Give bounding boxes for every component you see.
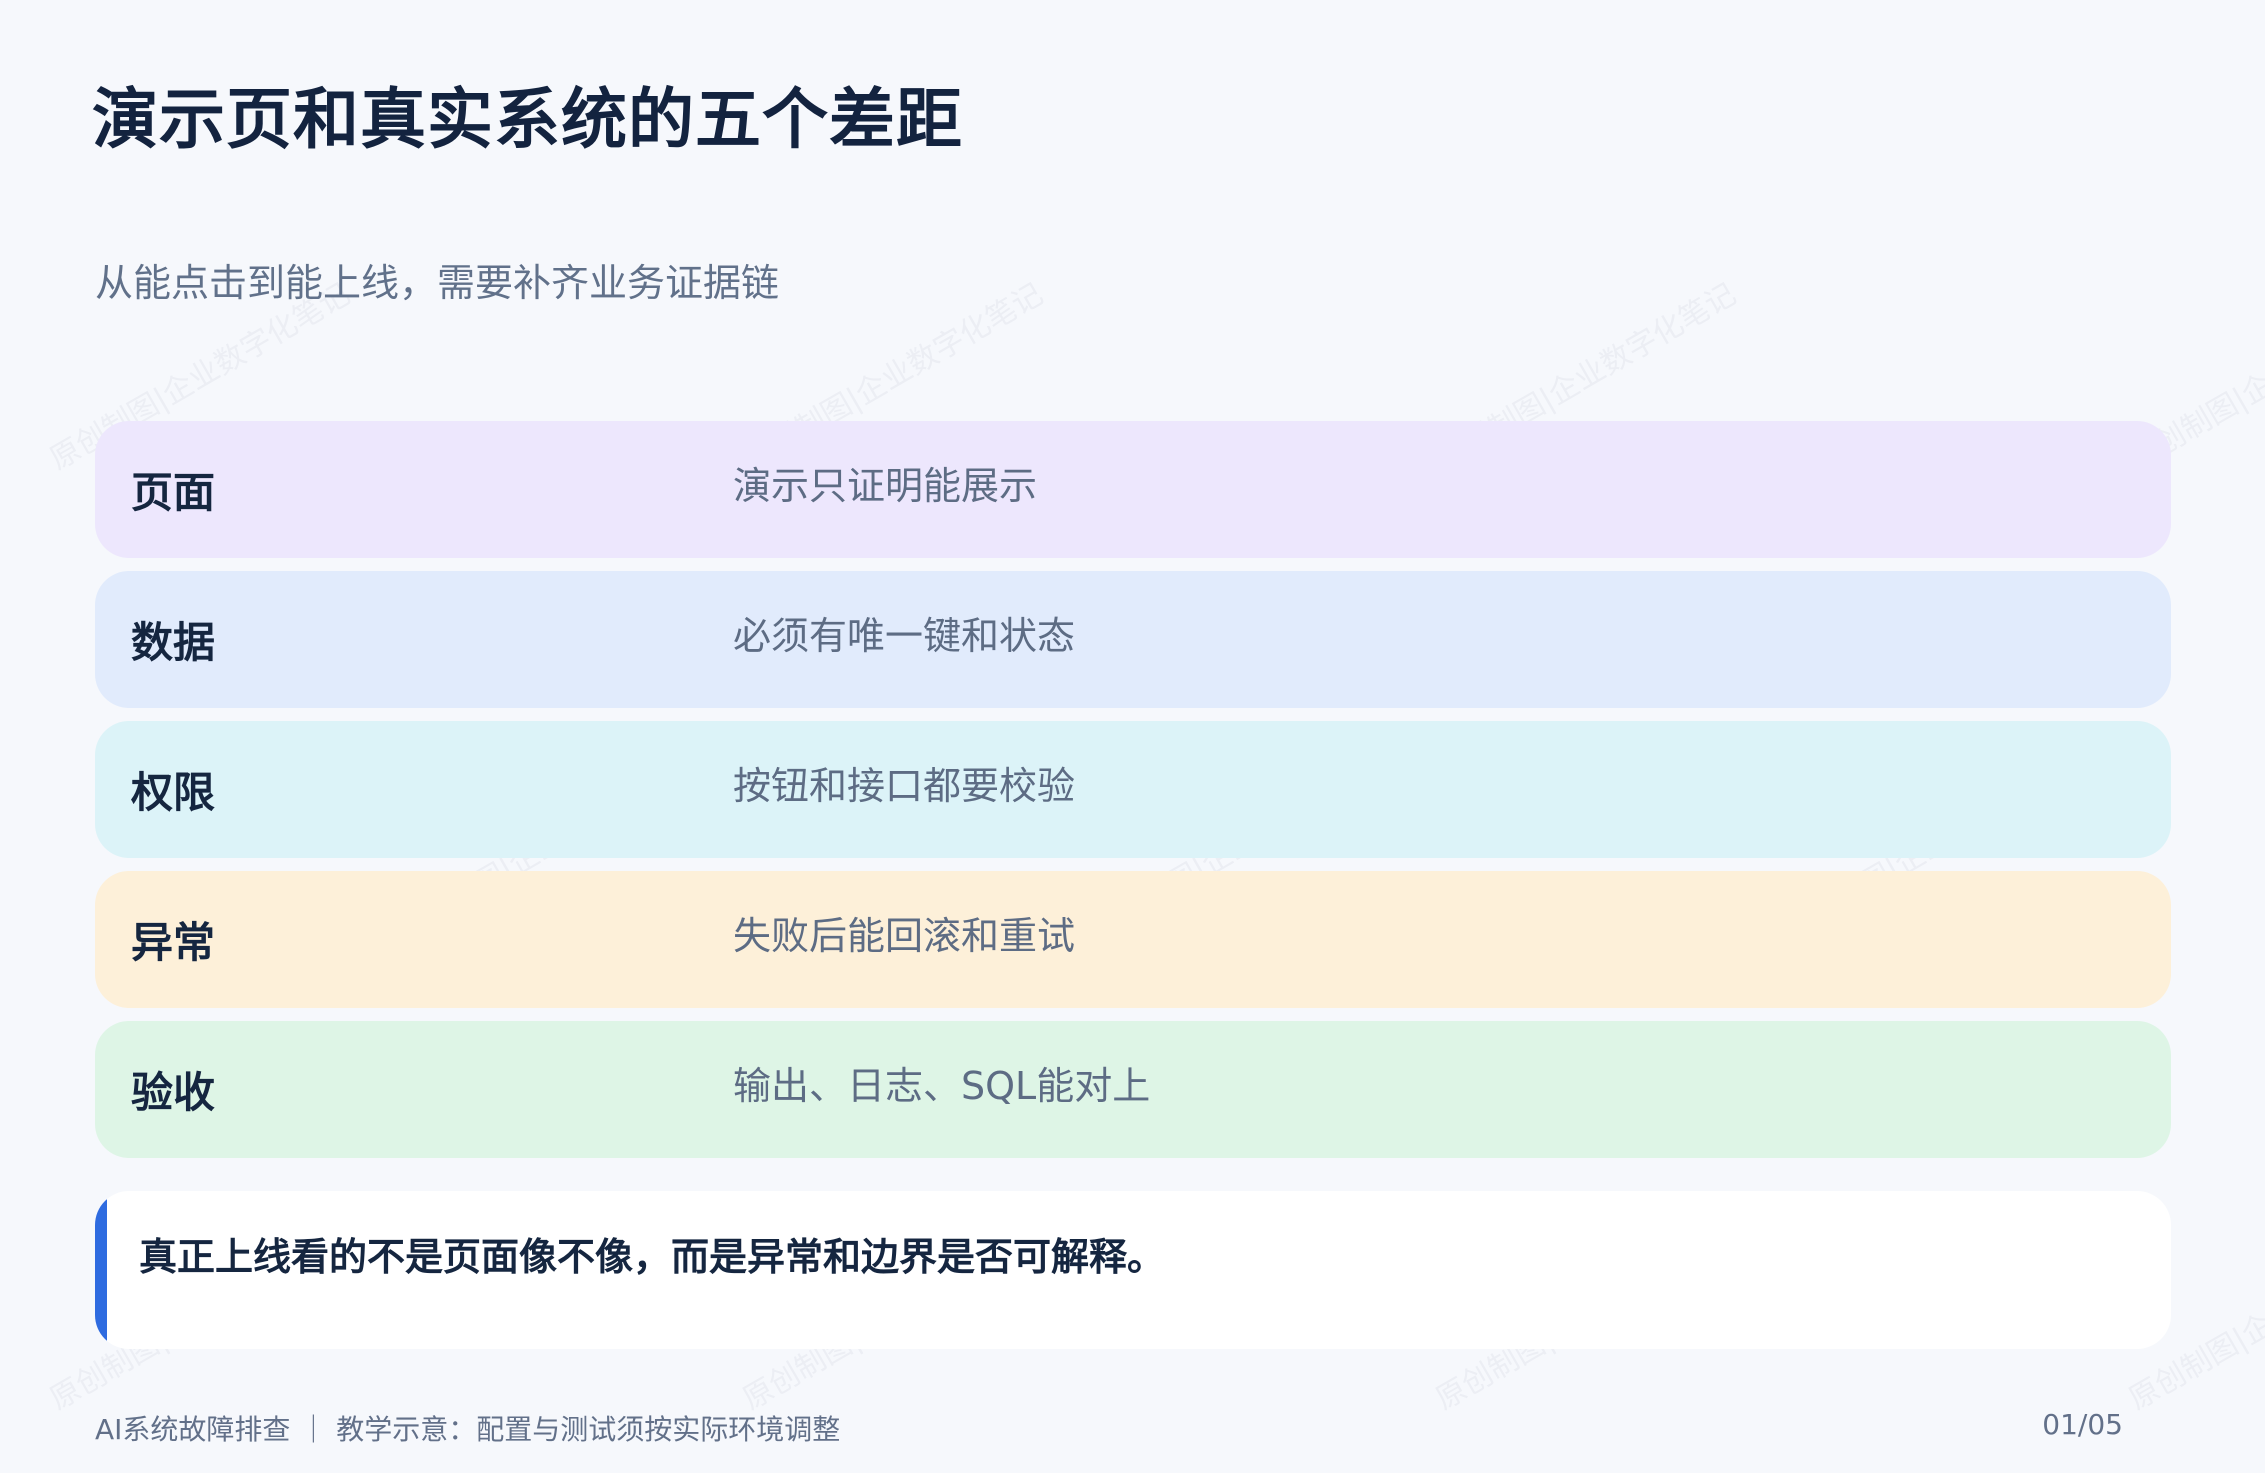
row-label: 数据 bbox=[131, 618, 216, 667]
row-label: 权限 bbox=[131, 768, 216, 817]
callout-accent-bar bbox=[95, 1191, 107, 1349]
page-number: 01/05 bbox=[2042, 1408, 2123, 1441]
row-value: 输出、日志、SQL能对上 bbox=[733, 1064, 1151, 1108]
row-value: 按钮和接口都要校验 bbox=[733, 764, 1076, 808]
page-title: 演示页和真实系统的五个差距 bbox=[92, 81, 963, 158]
gap-row-data: 数据 必须有唯一键和状态 bbox=[95, 571, 2171, 708]
key-takeaway-callout: 真正上线看的不是页面像不像，而是异常和边界是否可解释。 bbox=[95, 1191, 2171, 1349]
gap-row-page: 页面 演示只证明能展示 bbox=[95, 421, 2171, 558]
footer-caption: AI系统故障排查 ｜ 教学示意：配置与测试须按实际环境调整 bbox=[95, 1413, 841, 1446]
gap-row-exception: 异常 失败后能回滚和重试 bbox=[95, 871, 2171, 1008]
row-value: 失败后能回滚和重试 bbox=[733, 914, 1076, 958]
row-value: 演示只证明能展示 bbox=[733, 464, 1038, 508]
row-label: 页面 bbox=[131, 468, 216, 517]
callout-text: 真正上线看的不是页面像不像，而是异常和边界是否可解释。 bbox=[139, 1235, 1166, 1279]
page-subtitle: 从能点击到能上线，需要补齐业务证据链 bbox=[95, 261, 780, 305]
row-value: 必须有唯一键和状态 bbox=[733, 614, 1076, 658]
gap-row-acceptance: 验收 输出、日志、SQL能对上 bbox=[95, 1021, 2171, 1158]
gap-row-permission: 权限 按钮和接口都要校验 bbox=[95, 721, 2171, 858]
row-label: 验收 bbox=[131, 1068, 216, 1117]
gap-list: 页面 演示只证明能展示 数据 必须有唯一键和状态 权限 按钮和接口都要校验 异常… bbox=[95, 421, 2171, 1171]
row-label: 异常 bbox=[131, 918, 216, 967]
